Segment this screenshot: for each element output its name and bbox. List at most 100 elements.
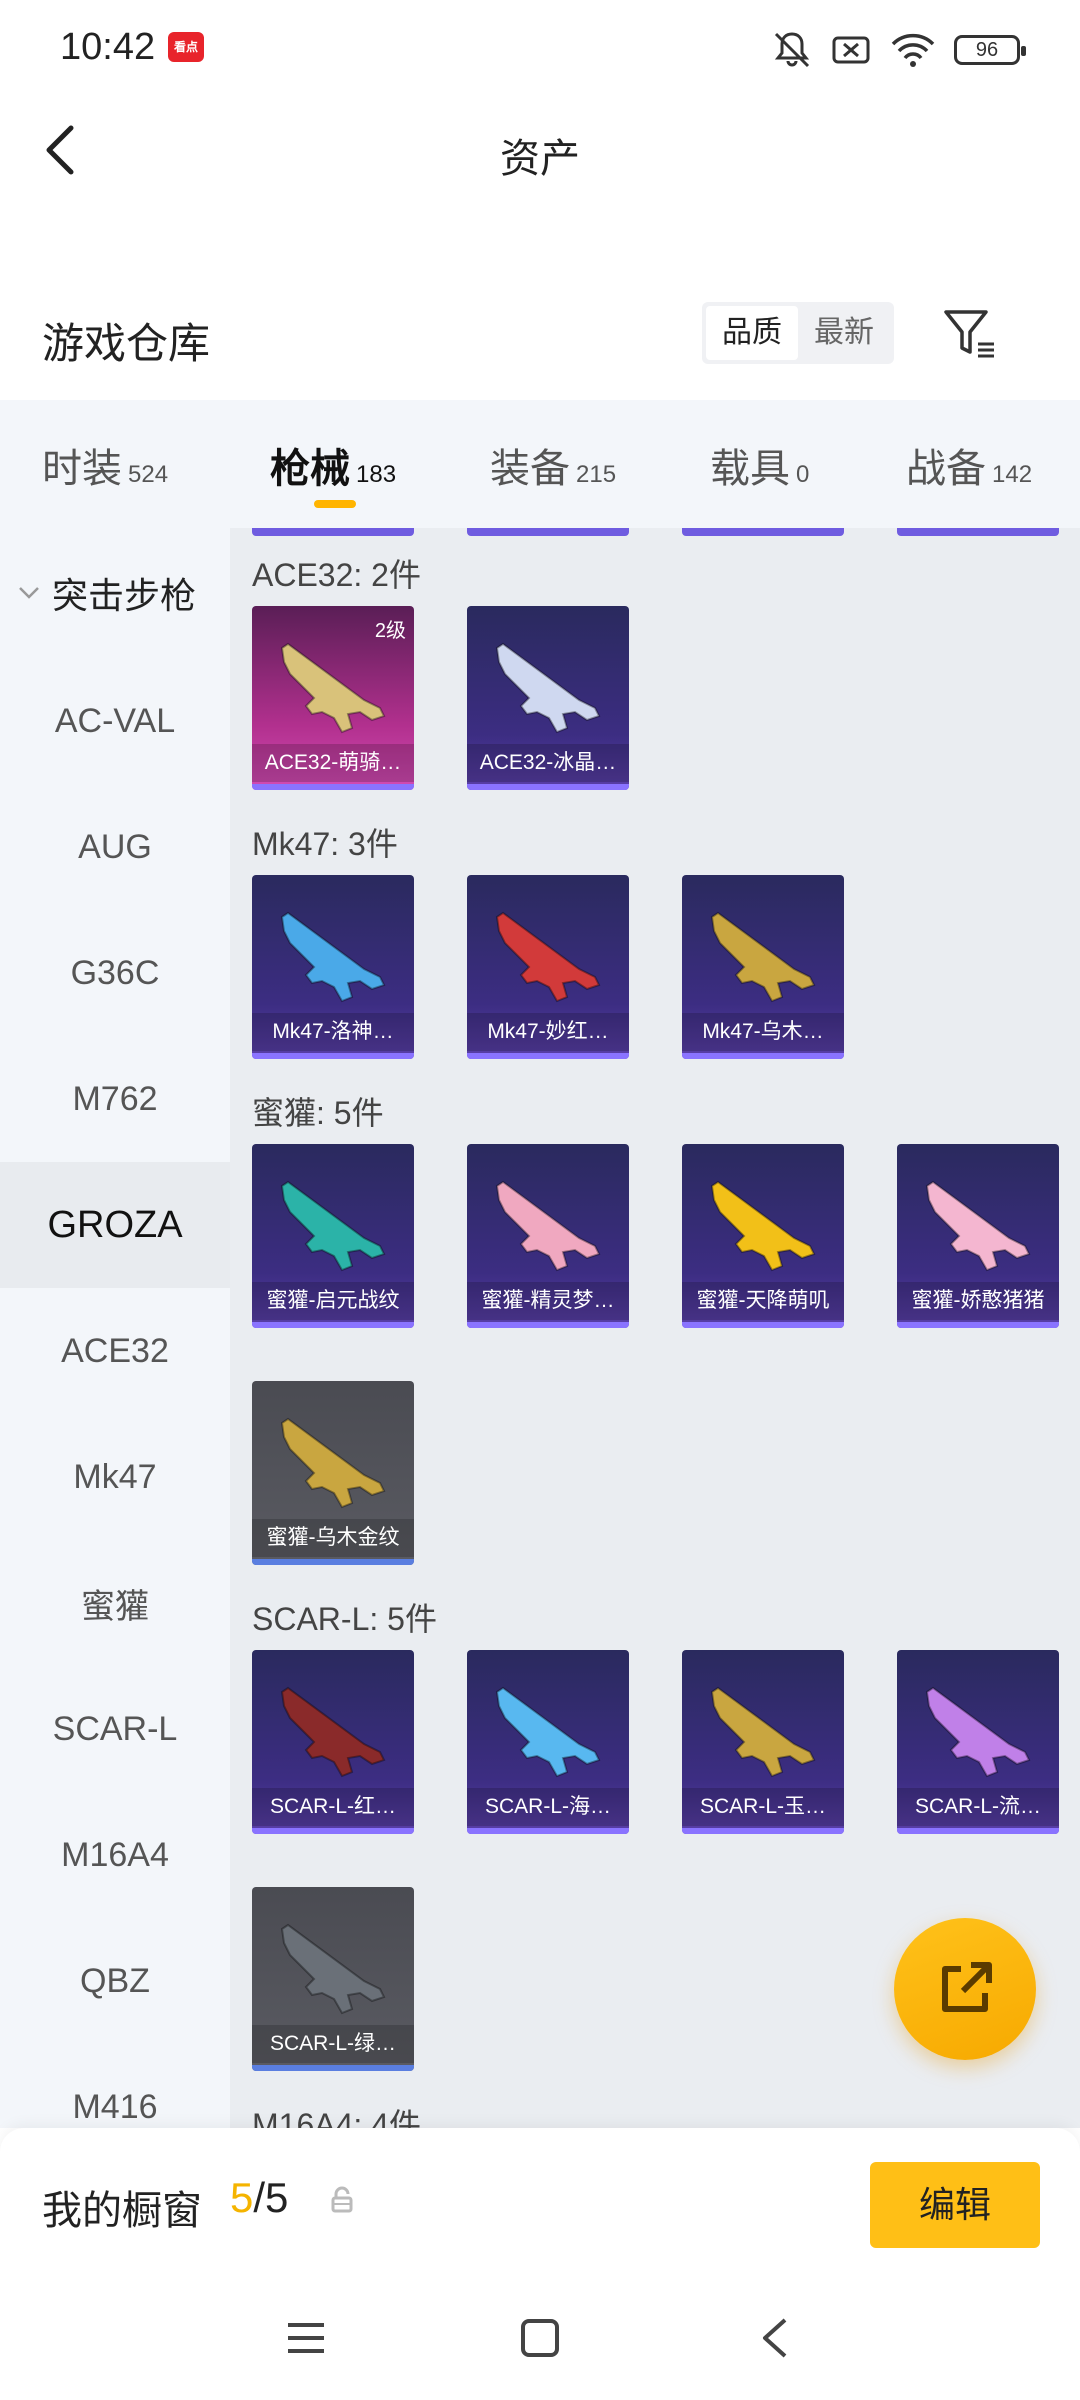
tab-fashion[interactable]: 时装 524 <box>42 436 168 494</box>
sidebar-item-mk47[interactable]: Mk47 <box>0 1414 230 1540</box>
group-label: 蜜獾: 5件 <box>252 1095 384 1131</box>
card-edge <box>897 528 1059 536</box>
external-link-icon <box>942 1962 992 2012</box>
tab-label: 装备 <box>490 447 570 491</box>
rarity-bar <box>897 1828 1059 1834</box>
rarity-bar <box>682 1828 844 1834</box>
sort-toggle: 品质 最新 <box>702 302 894 364</box>
sidebar-item-aug[interactable]: AUG <box>0 784 230 910</box>
weapon-name: ACE32-萌骑… <box>252 744 414 782</box>
warehouse-row: 游戏仓库 品质 最新 <box>0 290 1080 386</box>
weapon-card[interactable]: SCAR-L-流… <box>897 1650 1059 1834</box>
rarity-bar <box>467 1322 629 1328</box>
rarity-bar <box>897 1322 1059 1328</box>
lock-icon <box>331 2186 353 2213</box>
weapon-name: SCAR-L-流… <box>897 1788 1059 1826</box>
weapon-name: SCAR-L-红… <box>252 1788 414 1826</box>
weapon-card[interactable]: Mk47-洛神… <box>252 875 414 1059</box>
weapon-card[interactable]: ACE32-冰晶… <box>467 606 629 790</box>
sidebar-item-m762[interactable]: M762 <box>0 1036 230 1162</box>
weapon-name: 蜜獾-启元战纹 <box>252 1282 414 1320</box>
showcase-count: 5/5 <box>230 2174 288 2222</box>
tab-count: 524 <box>128 461 169 488</box>
tab-battle-gear[interactable]: 战备 142 <box>906 436 1032 494</box>
sidebar-item-g36c[interactable]: G36C <box>0 910 230 1036</box>
rifle-icon <box>280 1686 386 1778</box>
rifle-icon <box>495 911 601 1003</box>
sidebar-item-scar-l[interactable]: SCAR-L <box>0 1666 230 1792</box>
menu-icon <box>288 2323 324 2353</box>
sidebar-item-qbz[interactable]: QBZ <box>0 1918 230 2044</box>
sidebar-item-m16a4[interactable]: M16A4 <box>0 1792 230 1918</box>
sort-newest-button[interactable]: 最新 <box>798 306 890 360</box>
tab-label: 时装 <box>42 447 122 491</box>
rifle-icon <box>280 642 386 734</box>
menu-button[interactable] <box>276 2308 336 2368</box>
category-tabs: 时装 524 枪械 183 装备 215 载具 0 战备 142 <box>0 400 1080 528</box>
share-fab[interactable] <box>894 1918 1036 2060</box>
tab-label: 枪械 <box>270 447 350 491</box>
group-label: ACE32: 2件 <box>252 557 421 593</box>
weapon-name: SCAR-L-海… <box>467 1788 629 1826</box>
weapon-card[interactable]: Mk47-乌木… <box>682 875 844 1059</box>
weapon-card[interactable]: 蜜獾-天降萌叽 <box>682 1144 844 1328</box>
weapon-card[interactable]: SCAR-L-红… <box>252 1650 414 1834</box>
sidebar-item-ac-val[interactable]: AC-VAL <box>0 658 230 784</box>
rarity-bar <box>252 1559 414 1565</box>
tab-vehicles[interactable]: 载具 0 <box>710 436 809 494</box>
weapon-card[interactable]: Mk47-妙红… <box>467 875 629 1059</box>
rifle-icon <box>925 1180 1031 1272</box>
weapon-name: ACE32-冰晶… <box>467 744 629 782</box>
rifle-icon <box>710 1180 816 1272</box>
weapon-card[interactable]: 蜜獾-启元战纹 <box>252 1144 414 1328</box>
rarity-bar <box>252 1828 414 1834</box>
back-triangle-icon <box>763 2318 787 2358</box>
sidebar-group-assault-rifles[interactable]: 突击步枪 <box>0 528 230 658</box>
tab-weapons[interactable]: 枪械 183 <box>270 436 396 494</box>
chevron-down-icon <box>19 587 39 599</box>
rifle-icon <box>280 911 386 1003</box>
nav-back-button[interactable] <box>744 2308 804 2368</box>
weapon-name: Mk47-乌木… <box>682 1013 844 1051</box>
tab-count: 183 <box>356 461 397 488</box>
sidebar-item-m416[interactable]: M416 <box>0 2044 230 2128</box>
showcase-label: 我的橱窗 <box>42 2189 202 2233</box>
weapon-name: 蜜獾-精灵梦… <box>467 1282 629 1320</box>
weapon-name: SCAR-L-绿… <box>252 2025 414 2063</box>
rarity-bar <box>467 1053 629 1059</box>
weapon-name: SCAR-L-玉… <box>682 1788 844 1826</box>
sort-quality-button[interactable]: 品质 <box>706 306 798 360</box>
rarity-bar <box>252 1322 414 1328</box>
weapon-card[interactable]: SCAR-L-绿… <box>252 1887 414 2071</box>
home-button[interactable] <box>510 2308 570 2368</box>
tab-equipment[interactable]: 装备 215 <box>490 436 616 494</box>
weapon-card[interactable]: SCAR-L-海… <box>467 1650 629 1834</box>
weapon-card[interactable]: 蜜獾-娇憨猪猪 <box>897 1144 1059 1328</box>
card-edge <box>252 528 414 536</box>
rarity-bar <box>252 2065 414 2071</box>
weapon-name: 蜜獾-娇憨猪猪 <box>897 1282 1059 1320</box>
rifle-icon <box>710 911 816 1003</box>
rifle-icon <box>280 1180 386 1272</box>
tab-label: 载具 <box>710 447 790 491</box>
group-label: Mk47: 3件 <box>252 826 398 862</box>
status-icons: 96 <box>770 30 1026 70</box>
header: 资产 <box>0 100 1080 200</box>
sidebar-item-ace32[interactable]: ACE32 <box>0 1288 230 1414</box>
filter-button[interactable] <box>940 304 1000 364</box>
square-icon <box>521 2319 559 2357</box>
rifle-icon <box>280 1923 386 2015</box>
edit-button[interactable]: 编辑 <box>870 2162 1040 2248</box>
weapon-card[interactable]: 蜜獾-精灵梦… <box>467 1144 629 1328</box>
sidebar-item-honey-badger[interactable]: 蜜獾 <box>0 1540 230 1666</box>
weapon-card[interactable]: 蜜獾-乌木金纹 <box>252 1381 414 1565</box>
weapon-card[interactable]: 2级 ACE32-萌骑… <box>252 606 414 790</box>
tab-count: 215 <box>576 461 617 488</box>
showcase-bar: 我的橱窗 5/5 编辑 <box>0 2128 1080 2278</box>
sidebar-item-groza[interactable]: GROZA <box>0 1162 230 1288</box>
battery-icon: 96 <box>954 35 1026 65</box>
rarity-bar <box>467 784 629 790</box>
rarity-bar <box>682 1053 844 1059</box>
weapon-card[interactable]: SCAR-L-玉… <box>682 1650 844 1834</box>
status-time: 10:42 <box>60 26 156 68</box>
